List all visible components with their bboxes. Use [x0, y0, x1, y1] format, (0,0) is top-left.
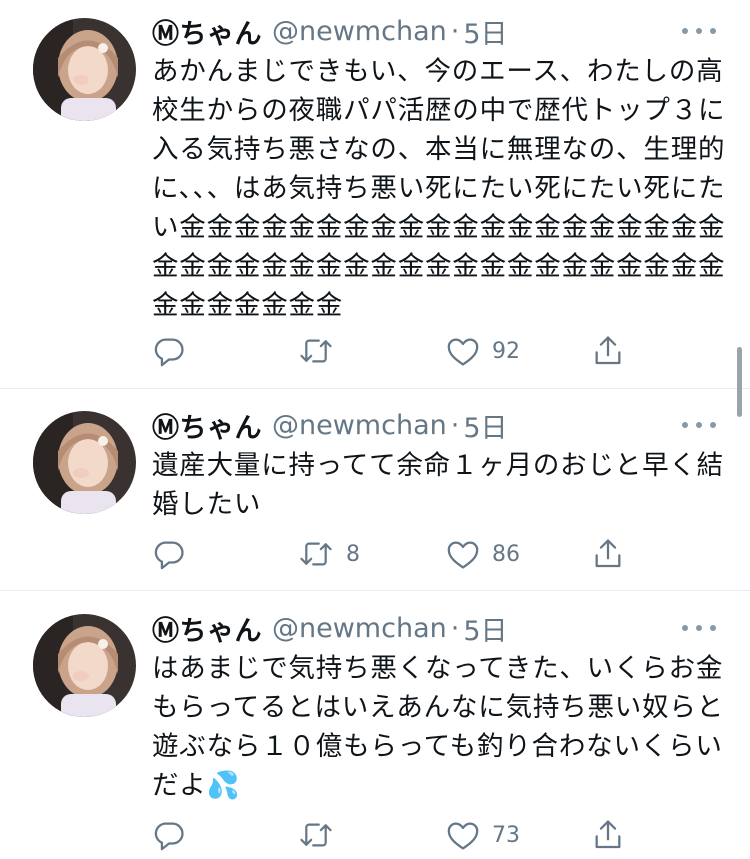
like-icon [446, 538, 480, 570]
separator-dot: · [450, 612, 460, 644]
share-button[interactable] [592, 331, 624, 371]
user-handle[interactable]: @newmchan [272, 410, 447, 441]
reply-button[interactable] [152, 815, 198, 855]
tweet[interactable]: Ⓜちゃん @newmchan · 5日 はあまじで気持ち悪くなってきた、いくらお… [0, 591, 750, 859]
more-icon[interactable] [682, 418, 716, 432]
tweet-header: Ⓜちゃん @newmchan · 5日 [152, 609, 508, 648]
retweet-icon [298, 334, 334, 368]
reply-icon [152, 334, 186, 368]
retweet-button[interactable]: 8 [298, 534, 360, 574]
tweet-header: Ⓜちゃん @newmchan · 5日 [152, 12, 508, 51]
retweet-button[interactable] [298, 815, 346, 855]
user-handle[interactable]: @newmchan [272, 16, 447, 47]
tweet-actions: 8 86 [152, 534, 632, 574]
timestamp[interactable]: 5日 [463, 12, 507, 51]
share-icon [592, 537, 624, 571]
tweet-header: Ⓜちゃん @newmchan · 5日 [152, 406, 508, 445]
display-name[interactable]: Ⓜちゃん [152, 406, 262, 445]
like-count: 73 [492, 822, 520, 848]
scrollbar[interactable] [737, 347, 742, 417]
retweet-icon [298, 537, 334, 571]
separator-dot: · [450, 409, 460, 441]
timestamp[interactable]: 5日 [463, 406, 507, 445]
like-icon [446, 819, 480, 851]
like-button[interactable]: 73 [446, 815, 520, 855]
like-button[interactable]: 92 [446, 331, 520, 371]
tweet-text: 遺産大量に持ってて余命１ヶ月のおじと早く結婚したい [152, 450, 724, 520]
avatar[interactable] [33, 614, 136, 717]
share-button[interactable] [592, 815, 624, 855]
like-count: 86 [492, 541, 520, 567]
tweet[interactable]: Ⓜちゃん @newmchan · 5日 遺産大量に持ってて余命１ヶ月のおじと早く… [0, 389, 750, 589]
reply-icon [152, 537, 186, 571]
user-handle[interactable]: @newmchan [272, 613, 447, 644]
like-icon [446, 335, 480, 367]
retweet-button[interactable] [298, 331, 346, 371]
more-icon[interactable] [682, 621, 716, 635]
separator-dot: · [450, 15, 460, 47]
reply-button[interactable] [152, 331, 198, 371]
more-icon[interactable] [682, 24, 716, 38]
tweet-text: あかんまじできもい、今のエース、わたしの高校生からの夜職パパ活歴の中で歴代トップ… [152, 56, 726, 321]
share-icon [592, 818, 624, 852]
reply-button[interactable] [152, 534, 198, 574]
share-icon [592, 334, 624, 368]
like-button[interactable]: 86 [446, 534, 520, 574]
tweet-actions: 92 [152, 331, 632, 371]
share-button[interactable] [592, 534, 624, 574]
avatar[interactable] [33, 411, 136, 514]
display-name[interactable]: Ⓜちゃん [152, 609, 262, 648]
tweet-actions: 73 [152, 815, 632, 855]
reply-icon [152, 818, 186, 852]
retweet-count: 8 [346, 541, 360, 567]
tweet-text: はあまじで気持ち悪くなってきた、いくらお金もらってるとはいえあんなに気持ち悪い奴… [152, 653, 724, 801]
display-name[interactable]: Ⓜちゃん [152, 12, 262, 51]
tweet[interactable]: Ⓜちゃん @newmchan · 5日 あかんまじできもい、今のエース、わたしの… [0, 0, 750, 388]
like-count: 92 [492, 338, 520, 364]
timestamp[interactable]: 5日 [463, 609, 507, 648]
retweet-icon [298, 818, 334, 852]
avatar[interactable] [33, 18, 136, 121]
